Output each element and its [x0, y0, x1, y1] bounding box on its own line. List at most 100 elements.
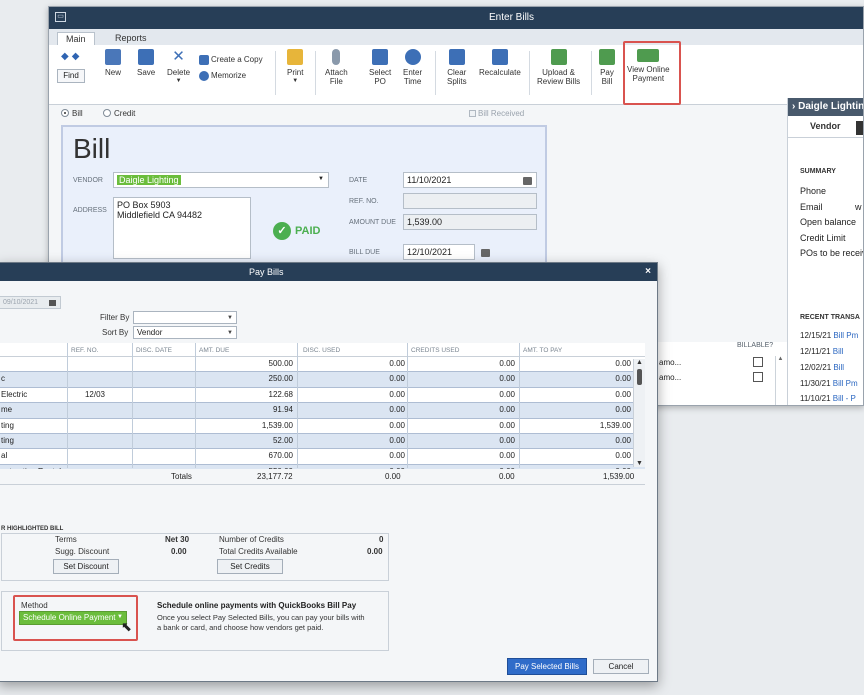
- table-row[interactable]: ting 1,539.00 0.00 0.00 1,539.00: [0, 418, 645, 434]
- memorize-button[interactable]: Memorize: [199, 71, 246, 81]
- sort-by-dropdown[interactable]: Vendor ▼: [133, 326, 237, 339]
- amount-due-field[interactable]: 1,539.00: [403, 214, 537, 230]
- find-button[interactable]: Find: [57, 69, 85, 83]
- column-ref-no[interactable]: REF. NO.: [71, 347, 98, 354]
- recent-link[interactable]: Bill - P: [833, 394, 856, 403]
- recent-row[interactable]: 12/02/21 Bill: [800, 363, 844, 372]
- sugg-discount-label: Sugg. Discount: [55, 547, 110, 556]
- cell-to-pay[interactable]: 0.00: [615, 359, 631, 368]
- table-row[interactable]: Electric 12/03 122.68 0.00 0.00 0.00: [0, 387, 645, 404]
- new-button[interactable]: New: [105, 49, 121, 77]
- scroll-down-icon[interactable]: ▼: [636, 460, 643, 467]
- recent-link[interactable]: Bill: [833, 363, 844, 372]
- close-icon[interactable]: ×: [645, 266, 651, 277]
- ref-no-field[interactable]: [403, 193, 537, 209]
- recent-transactions-title: RECENT TRANSA: [800, 314, 860, 321]
- table-row[interactable]: 500.00 0.00 0.00 0.00: [0, 357, 645, 373]
- tab-vendor[interactable]: Vendor: [810, 121, 841, 131]
- cell-payee: Electric: [1, 389, 28, 399]
- method-label: Method: [21, 601, 48, 610]
- recalculate-button[interactable]: Recalculate: [479, 49, 521, 77]
- recent-row[interactable]: 11/30/21 Bill Pm: [800, 379, 858, 388]
- totals-to-pay: 1,539.00: [603, 472, 635, 481]
- column-disc-date[interactable]: DISC. DATE: [136, 347, 172, 354]
- scroll-thumb[interactable]: [637, 369, 642, 385]
- set-discount-button[interactable]: Set Discount: [53, 559, 119, 574]
- table-scrollbar[interactable]: ▲: [775, 356, 785, 405]
- clear-splits-button[interactable]: Clear Splits: [447, 49, 467, 86]
- cell-to-pay[interactable]: 0.00: [615, 451, 631, 460]
- recent-row[interactable]: 12/15/21 Bill Pm: [800, 331, 858, 340]
- delete-button[interactable]: ✕ Delete ▼: [167, 49, 190, 86]
- show-bills-due-date-field[interactable]: 09/10/2021: [0, 296, 61, 309]
- save-button[interactable]: Save: [137, 49, 155, 77]
- billable-checkbox[interactable]: [753, 372, 763, 382]
- table-scrollbar[interactable]: ▲ ▼: [633, 359, 645, 467]
- column-amt-due[interactable]: AMT. DUE: [199, 347, 229, 354]
- filter-by-dropdown[interactable]: ▼: [133, 311, 237, 324]
- pay-bill-button[interactable]: Pay Bill: [599, 49, 615, 86]
- cell-credits: 0.00: [499, 435, 515, 445]
- window-menu-icon[interactable]: ▭: [55, 12, 66, 22]
- address-field[interactable]: PO Box 5903 Middlefield CA 94482: [113, 197, 251, 259]
- select-po-button[interactable]: Select PO: [369, 49, 391, 86]
- chevron-right-icon[interactable]: ›: [792, 101, 795, 112]
- date-field[interactable]: 11/10/2021: [403, 172, 537, 188]
- print-button[interactable]: Print ▼: [287, 49, 303, 86]
- cell-to-pay[interactable]: 0.00: [615, 374, 631, 383]
- cell-to-pay[interactable]: 1,539.00: [600, 421, 631, 430]
- scroll-up-icon[interactable]: ▲: [636, 359, 643, 366]
- pay-bills-titlebar: Pay Bills ×: [0, 263, 657, 281]
- chevron-down-icon: ▼: [227, 315, 233, 321]
- cell-to-pay[interactable]: 0.00: [615, 405, 631, 414]
- table-row[interactable]: me 91.94 0.00 0.00 0.00: [0, 403, 645, 419]
- credit-radio[interactable]: Credit: [103, 109, 135, 118]
- bill-due-field[interactable]: 12/10/2021: [403, 244, 490, 260]
- email-label: Email: [800, 202, 823, 212]
- sugg-discount-value: 0.00: [171, 547, 187, 556]
- tab-transaction[interactable]: [856, 121, 863, 135]
- recent-row[interactable]: 12/11/21 Bill: [800, 347, 843, 356]
- calendar-icon[interactable]: [481, 249, 490, 257]
- vendor-field[interactable]: Daigle Lighting ▼: [113, 172, 329, 188]
- copy-icon: [199, 55, 209, 65]
- create-copy-button[interactable]: Create a Copy: [199, 55, 263, 65]
- upload-review-button[interactable]: Upload & Review Bills: [537, 49, 580, 86]
- bill-heading: Bill: [73, 133, 111, 164]
- recent-link[interactable]: Bill Pm: [833, 331, 858, 340]
- calendar-icon[interactable]: [523, 177, 532, 185]
- column-credits-used[interactable]: CREDITS USED: [411, 347, 459, 354]
- cell-disc-used: 0.00: [389, 435, 405, 445]
- method-dropdown[interactable]: Schedule Online Payment ▼: [19, 611, 127, 625]
- calendar-icon[interactable]: [49, 300, 56, 306]
- bill-type-bar: Bill Credit Bill Received: [49, 105, 787, 123]
- tab-main[interactable]: Main: [57, 32, 95, 45]
- filter-by-label: Filter By: [100, 313, 130, 322]
- bill-received-checkbox[interactable]: Bill Received: [469, 109, 524, 118]
- cell-to-pay[interactable]: 0.00: [615, 436, 631, 445]
- set-credits-button[interactable]: Set Credits: [217, 559, 283, 574]
- tab-reports[interactable]: Reports: [107, 32, 155, 45]
- column-amt-to-pay[interactable]: AMT. TO PAY: [523, 347, 562, 354]
- enter-time-button[interactable]: Enter Time: [403, 49, 422, 86]
- method-value: Schedule Online Payment: [23, 613, 116, 622]
- cell-credits: 0.00: [499, 374, 515, 384]
- table-row[interactable]: al 670.00 0.00 0.00 0.00: [0, 449, 645, 465]
- prev-next-arrows-icon[interactable]: ◆◆: [61, 51, 82, 62]
- table-row[interactable]: ting 52.00 0.00 0.00 0.00: [0, 433, 645, 450]
- billable-checkbox[interactable]: [753, 357, 763, 367]
- column-disc-used[interactable]: DISC. USED: [303, 347, 340, 354]
- credit-radio-label: Credit: [114, 109, 136, 118]
- pay-selected-bills-button[interactable]: Pay Selected Bills: [507, 658, 587, 675]
- recent-link[interactable]: Bill: [833, 347, 844, 356]
- bill-radio[interactable]: Bill: [61, 109, 83, 118]
- enter-bills-titlebar: ▭ Enter Bills: [49, 7, 863, 29]
- bill-pay-promo-title: Schedule online payments with QuickBooks…: [157, 601, 357, 610]
- recent-row[interactable]: 11/10/21 Bill - P: [800, 394, 856, 403]
- recent-link[interactable]: Bill Pm: [833, 379, 858, 388]
- cell-to-pay[interactable]: 0.00: [615, 390, 631, 399]
- table-row[interactable]: c 250.00 0.00 0.00 0.00: [0, 372, 645, 388]
- attach-file-button[interactable]: Attach File: [325, 49, 348, 86]
- recalculate-label: Recalculate: [479, 68, 521, 77]
- cancel-button[interactable]: Cancel: [593, 659, 649, 674]
